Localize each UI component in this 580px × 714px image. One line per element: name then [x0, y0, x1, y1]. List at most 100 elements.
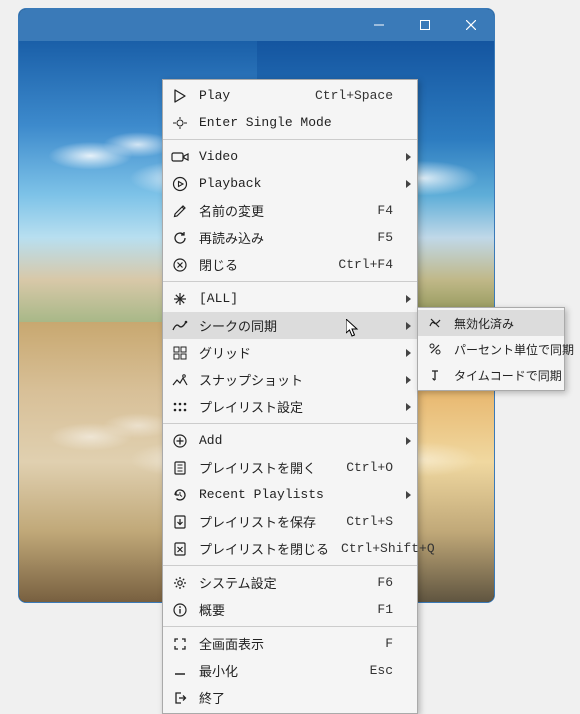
menu-item-shortcut: Ctrl+Space: [315, 88, 393, 103]
reload-icon: [169, 227, 191, 249]
disabled-icon: [424, 312, 446, 334]
menu-item-shortcut: F5: [377, 230, 393, 245]
menu-item[interactable]: 再読み込みF5: [163, 224, 417, 251]
submenu-arrow-icon: [406, 153, 411, 161]
menu-item[interactable]: 概要 F1: [163, 596, 417, 623]
menu-item-shortcut: F4: [377, 203, 393, 218]
menu-separator: [163, 423, 417, 424]
menu-item-label: プレイリストを閉じる: [199, 539, 329, 558]
menu-item[interactable]: Play Ctrl+Space: [163, 82, 417, 109]
menu-item[interactable]: 無効化済み: [418, 310, 564, 336]
open-playlist-icon: [169, 457, 191, 479]
menu-item-label: [ALL]: [199, 291, 411, 306]
submenu-arrow-icon: [406, 403, 411, 411]
menu-item[interactable]: Recent Playlists: [163, 481, 417, 508]
menu-separator: [163, 139, 417, 140]
menu-separator: [163, 565, 417, 566]
menu-item[interactable]: パーセント単位で同期: [418, 336, 564, 362]
menu-item[interactable]: Add: [163, 427, 417, 454]
menu-item[interactable]: プレイリストを保存 Ctrl+S: [163, 508, 417, 535]
menu-item[interactable]: Playback: [163, 170, 417, 197]
menu-item[interactable]: プレイリストを閉じるCtrl+Shift+Q: [163, 535, 417, 562]
menu-item-label: プレイリストを開く: [199, 458, 334, 477]
play-icon: [169, 85, 191, 107]
menu-item-label: Enter Single Mode: [199, 115, 411, 130]
menu-item[interactable]: システム設定 F6: [163, 569, 417, 596]
menu-item-shortcut: F1: [377, 602, 393, 617]
fullscreen-icon: [169, 633, 191, 655]
submenu-arrow-icon: [406, 376, 411, 384]
menu-item[interactable]: [ALL]: [163, 285, 417, 312]
menu-item[interactable]: 終了: [163, 684, 417, 711]
menu-item-label: 最小化: [199, 661, 358, 680]
menu-item-label: Play: [199, 88, 303, 103]
minimize-button[interactable]: [356, 9, 402, 41]
menu-item[interactable]: プレイリスト設定: [163, 393, 417, 420]
submenu-seek-sync[interactable]: 無効化済みパーセント単位で同期タイムコードで同期: [417, 307, 565, 391]
close-icon: [169, 254, 191, 276]
snapshot-icon: [169, 369, 191, 391]
menu-item-label: スナップショット: [199, 370, 411, 389]
minimize-icon: [374, 20, 384, 30]
submenu-arrow-icon: [406, 437, 411, 445]
menu-item[interactable]: タイムコードで同期: [418, 362, 564, 388]
menu-item-shortcut: Ctrl+Shift+Q: [341, 541, 435, 556]
context-menu[interactable]: Play Ctrl+Space Enter Single Mode Video Play…: [162, 79, 418, 714]
menu-item-shortcut: F6: [377, 575, 393, 590]
menu-item[interactable]: グリッド: [163, 339, 417, 366]
menu-item[interactable]: 閉じる Ctrl+F4: [163, 251, 417, 278]
exit-icon: [169, 687, 191, 709]
submenu-arrow-icon: [406, 491, 411, 499]
close-icon: [466, 20, 476, 30]
menu-item-label: 閉じる: [199, 255, 326, 274]
rename-icon: [169, 200, 191, 222]
submenu-arrow-icon: [406, 180, 411, 188]
menu-item[interactable]: スナップショット: [163, 366, 417, 393]
grid-icon: [169, 342, 191, 364]
maximize-button[interactable]: [402, 9, 448, 41]
single-mode-icon: [169, 112, 191, 134]
menu-item-label: Playback: [199, 176, 411, 191]
percent-icon: [424, 338, 446, 360]
maximize-icon: [420, 20, 430, 30]
titlebar: [19, 9, 494, 41]
menu-item[interactable]: 最小化 Esc: [163, 657, 417, 684]
menu-item-label: パーセント単位で同期: [454, 341, 574, 358]
menu-item[interactable]: 全画面表示F: [163, 630, 417, 657]
menu-item-shortcut: Esc: [370, 663, 393, 678]
menu-item-label: Add: [199, 433, 411, 448]
timecode-icon: [424, 364, 446, 386]
settings-icon: [169, 572, 191, 594]
menu-item-label: 無効化済み: [454, 315, 558, 332]
menu-item[interactable]: 名前の変更 F4: [163, 197, 417, 224]
close-button[interactable]: [448, 9, 494, 41]
menu-item-shortcut: F: [385, 636, 393, 651]
video-icon: [169, 146, 191, 168]
menu-item-label: システム設定: [199, 573, 365, 592]
recent-icon: [169, 484, 191, 506]
menu-item[interactable]: シークの同期: [163, 312, 417, 339]
menu-item-label: プレイリストを保存: [199, 512, 334, 531]
close-playlist-icon: [169, 538, 191, 560]
menu-item[interactable]: プレイリストを開く Ctrl+O: [163, 454, 417, 481]
menu-separator: [163, 281, 417, 282]
menu-item-shortcut: Ctrl+O: [346, 460, 393, 475]
menu-item-label: 名前の変更: [199, 201, 365, 220]
menu-item-shortcut: Ctrl+S: [346, 514, 393, 529]
minimize-icon: [169, 660, 191, 682]
add-icon: [169, 430, 191, 452]
save-playlist-icon: [169, 511, 191, 533]
menu-item-shortcut: Ctrl+F4: [338, 257, 393, 272]
menu-item-label: 概要: [199, 600, 365, 619]
playlist-settings-icon: [169, 396, 191, 418]
about-icon: [169, 599, 191, 621]
menu-item[interactable]: Video: [163, 143, 417, 170]
sync-seek-icon: [169, 315, 191, 337]
submenu-arrow-icon: [406, 349, 411, 357]
menu-item-label: プレイリスト設定: [199, 397, 411, 416]
menu-item-label: Recent Playlists: [199, 487, 411, 502]
menu-item[interactable]: Enter Single Mode: [163, 109, 417, 136]
all-icon: [169, 288, 191, 310]
submenu-arrow-icon: [406, 322, 411, 330]
menu-item-label: グリッド: [199, 343, 411, 362]
